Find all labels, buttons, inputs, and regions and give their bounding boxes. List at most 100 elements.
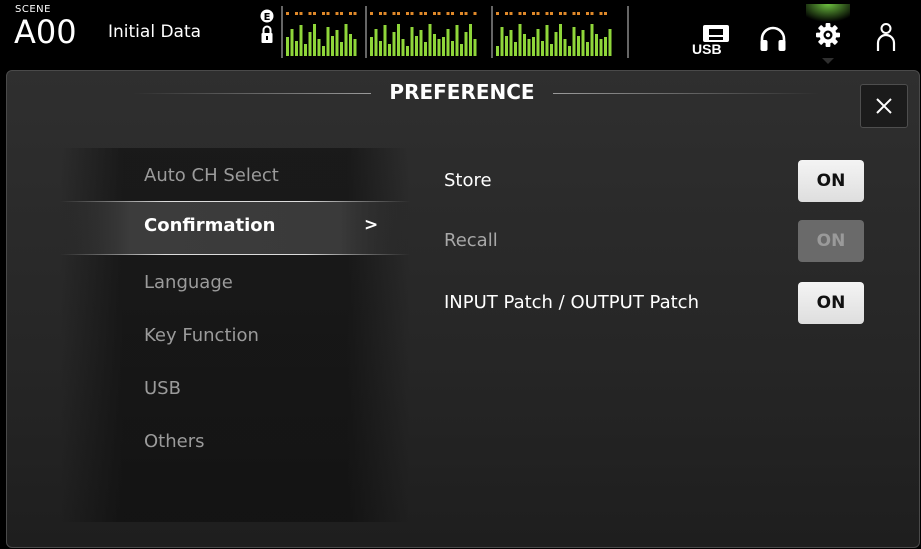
- meter-peak: [545, 12, 549, 15]
- meter-bar: [509, 30, 513, 56]
- meter-peak: [496, 12, 499, 15]
- meter-bar: [322, 46, 325, 56]
- meter-divider: [491, 6, 493, 58]
- meter-bar: [326, 27, 330, 56]
- meter-bar: [392, 32, 396, 56]
- meter-peak: [473, 12, 477, 15]
- meter-bar: [586, 42, 589, 56]
- menu-item-usb[interactable]: USB: [60, 365, 410, 413]
- meter-peak: [433, 12, 436, 15]
- meter-peak: [550, 12, 553, 15]
- lock-icon: [261, 25, 273, 43]
- meter-bar: [335, 30, 339, 56]
- meter-bar: [415, 36, 418, 56]
- meter-bar: [286, 37, 289, 56]
- store-label: Store: [444, 170, 492, 191]
- meter-bar: [383, 25, 387, 56]
- meter-peak: [563, 12, 567, 15]
- meter-bar: [455, 25, 459, 56]
- meter-bar: [469, 24, 472, 56]
- scene-title[interactable]: Initial Data: [108, 22, 201, 42]
- close-icon: [876, 98, 892, 114]
- meter-bar: [554, 32, 558, 56]
- meter-peak: [451, 12, 454, 15]
- meter-bar: [595, 34, 598, 56]
- meter-peak: [532, 12, 535, 15]
- close-button[interactable]: [860, 84, 908, 128]
- svg-text:USB: USB: [692, 41, 722, 57]
- gear-icon[interactable]: [806, 4, 850, 68]
- meter-bar: [437, 39, 441, 56]
- status-icons: E: [259, 8, 275, 58]
- menu-item-language[interactable]: Language: [60, 259, 410, 307]
- menu-item-others[interactable]: Others: [60, 418, 410, 466]
- store-on-button[interactable]: ON: [798, 160, 864, 202]
- meter-peak: [518, 12, 522, 15]
- user-icon[interactable]: [872, 22, 900, 58]
- meter-peak: [604, 12, 607, 15]
- headphones-icon[interactable]: [758, 24, 788, 58]
- meter-peak: [419, 12, 423, 15]
- usb-icon[interactable]: USB: [690, 24, 734, 64]
- menu-item-auto-ch-select[interactable]: Auto CH Select: [60, 152, 410, 200]
- recall-on-button[interactable]: ON: [798, 220, 864, 262]
- meter-peak: [383, 12, 387, 15]
- meter-peak: [437, 12, 441, 15]
- meter-bar: [313, 24, 316, 56]
- meter-bar: [304, 44, 307, 56]
- meter-peak: [379, 12, 382, 15]
- top-bar: SCENE A00 Initial Data E USB: [0, 0, 921, 70]
- meter-bar: [568, 46, 571, 56]
- preference-menu: Auto CH Select Confirmation > Language K…: [60, 148, 410, 522]
- meter-bar: [527, 39, 531, 56]
- meter-bar: [464, 32, 468, 56]
- meter-bar: [424, 42, 427, 56]
- scene-number[interactable]: A00: [14, 12, 77, 52]
- menu-item-label: Auto CH Select: [144, 165, 279, 186]
- meter-bar: [290, 29, 294, 56]
- meter-bar: [428, 24, 432, 56]
- level-meters[interactable]: [282, 8, 622, 58]
- meter-peak: [590, 12, 594, 15]
- meter-bar: [349, 34, 352, 56]
- meter-peak: [599, 12, 603, 15]
- menu-item-label: Language: [144, 272, 233, 293]
- meter-peak: [313, 12, 316, 15]
- meter-bar: [460, 44, 463, 56]
- meter-peak: [308, 12, 312, 15]
- meter-peak: [559, 12, 562, 15]
- meter-peak: [349, 12, 352, 15]
- meter-bar: [442, 37, 445, 56]
- meter-peak: [424, 12, 427, 15]
- meter-bar: [581, 30, 585, 56]
- recall-label: Recall: [444, 230, 498, 251]
- patch-on-button[interactable]: ON: [798, 282, 864, 324]
- meter-bar: [331, 36, 334, 56]
- meter-bar: [559, 24, 562, 56]
- meter-bar: [344, 24, 348, 56]
- meter-bar: [514, 42, 517, 56]
- meter-peak: [572, 12, 576, 15]
- meter-peak: [326, 12, 330, 15]
- svg-text:E: E: [264, 12, 271, 23]
- meter-divider: [281, 6, 283, 58]
- meter-peak: [523, 12, 526, 15]
- meter-bar: [532, 37, 535, 56]
- meter-bar: [473, 39, 477, 56]
- meter-bar: [446, 29, 450, 56]
- meter-peak: [586, 12, 589, 15]
- meter-bar: [374, 29, 378, 56]
- meter-peak: [397, 12, 400, 15]
- meter-divider: [365, 6, 367, 58]
- menu-item-key-function[interactable]: Key Function: [60, 312, 410, 360]
- meter-peak: [460, 12, 463, 15]
- meter-bar: [577, 36, 580, 56]
- menu-item-confirmation[interactable]: Confirmation >: [60, 202, 410, 254]
- meter-bar: [388, 44, 391, 56]
- meter-bar: [563, 39, 567, 56]
- active-divider: [60, 254, 410, 255]
- meter-bar: [299, 25, 303, 56]
- e-badge-icon: E: [260, 9, 274, 23]
- meter-bar: [353, 39, 357, 56]
- chevron-right-icon: >: [364, 215, 379, 235]
